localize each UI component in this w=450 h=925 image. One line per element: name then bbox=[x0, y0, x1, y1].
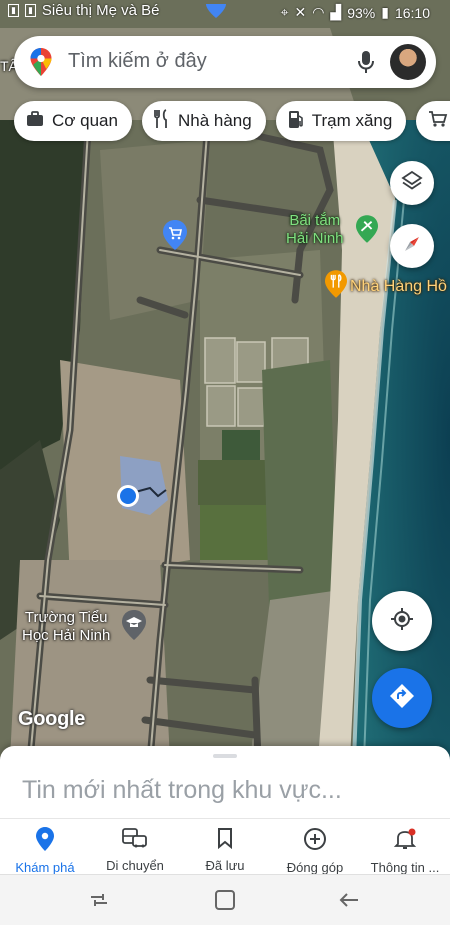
add-circle-icon bbox=[303, 827, 327, 856]
directions-icon bbox=[388, 682, 416, 715]
shopping-pin-icon[interactable] bbox=[163, 220, 187, 255]
directions-button[interactable] bbox=[372, 668, 432, 728]
battery-icon: ▮ bbox=[381, 4, 389, 20]
status-mini-icon-2: ▮ bbox=[24, 4, 36, 17]
google-logo: Google bbox=[18, 708, 86, 730]
commute-icon bbox=[122, 827, 148, 854]
current-location-dot bbox=[120, 488, 136, 504]
bottom-navigation: Khám phá Di chuyển Đã lưu Đóng góp Thông… bbox=[0, 818, 450, 875]
explore-pin-icon bbox=[36, 827, 54, 856]
search-input[interactable]: Tìm kiếm ở đây bbox=[68, 50, 207, 73]
mic-icon[interactable] bbox=[356, 50, 376, 79]
sheet-title: Tin mới nhất trong khu vực... bbox=[22, 776, 342, 804]
map-label-school[interactable]: Trường Tiểu Học Hải Ninh bbox=[22, 609, 110, 645]
briefcase-icon bbox=[26, 110, 44, 132]
school-pin-icon[interactable] bbox=[122, 610, 146, 645]
chip-label: Cơ quan bbox=[52, 111, 118, 130]
chip-shopping[interactable] bbox=[416, 101, 450, 141]
bookmark-icon bbox=[217, 827, 233, 854]
chip-label: Trạm xăng bbox=[311, 111, 393, 130]
google-maps-pin-icon bbox=[30, 48, 52, 81]
location-status-icon: ⌖ bbox=[280, 4, 289, 20]
mute-icon: ✕ bbox=[294, 4, 307, 20]
layers-icon bbox=[400, 169, 424, 198]
restaurant-pin-icon[interactable] bbox=[325, 270, 347, 303]
compass-button[interactable] bbox=[390, 224, 434, 268]
chip-co-quan[interactable]: Cơ quan bbox=[14, 101, 132, 141]
battery-percent: 93% bbox=[347, 4, 376, 21]
tab-label: Đóng góp bbox=[286, 860, 344, 875]
chip-label: Nhà hàng bbox=[177, 111, 252, 130]
tab-label: Di chuyển bbox=[106, 858, 164, 873]
home-icon[interactable] bbox=[214, 889, 236, 916]
news-sheet[interactable]: Tin mới nhất trong khu vực... bbox=[0, 746, 450, 818]
wifi-icon: ◠ bbox=[312, 4, 325, 20]
clock: 16:10 bbox=[394, 4, 430, 21]
status-bar: ▮ ▮ Siêu thị Mẹ và Bé ⌖ ✕ ◠ ▟ 93% ▮ 16:1… bbox=[0, 0, 450, 28]
back-icon[interactable] bbox=[338, 889, 360, 916]
tab-label: Đã lưu bbox=[205, 858, 245, 873]
recent-apps-icon[interactable] bbox=[88, 889, 110, 916]
fork-knife-icon bbox=[154, 108, 170, 134]
tab-contribute[interactable]: Đóng góp bbox=[270, 819, 360, 875]
tab-commute[interactable]: Di chuyển bbox=[90, 819, 180, 874]
avatar[interactable] bbox=[390, 44, 426, 80]
map-label-beach[interactable]: Bãi tắm Hải Ninh bbox=[286, 212, 344, 248]
chip-tram-xang[interactable]: Trạm xăng bbox=[275, 101, 407, 141]
sheet-drag-handle[interactable] bbox=[213, 754, 237, 758]
system-navigation-bar bbox=[0, 874, 450, 925]
map-label-restaurant[interactable]: Nhà Hàng Hồ bbox=[350, 278, 447, 296]
tab-explore[interactable]: Khám phá bbox=[0, 819, 90, 875]
cart-icon bbox=[428, 110, 448, 133]
gas-station-icon bbox=[288, 109, 304, 134]
signal-icon: ▟ bbox=[330, 4, 342, 20]
park-pin-icon[interactable] bbox=[356, 215, 378, 248]
tab-label: Thông tin ... bbox=[370, 860, 440, 875]
category-chips: Cơ quan Nhà hàng Trạm xăng bbox=[14, 101, 450, 141]
compass-icon bbox=[400, 232, 424, 261]
layers-button[interactable] bbox=[390, 161, 434, 205]
my-location-icon bbox=[389, 606, 415, 637]
tab-label: Khám phá bbox=[15, 860, 75, 875]
my-location-button[interactable] bbox=[372, 591, 432, 651]
status-mini-icon: ▮ bbox=[8, 4, 19, 17]
bell-icon bbox=[393, 827, 417, 856]
status-top-label: Siêu thị Mẹ và Bé bbox=[41, 2, 160, 19]
tab-saved[interactable]: Đã lưu bbox=[180, 819, 270, 874]
tab-updates[interactable]: Thông tin ... bbox=[360, 819, 450, 875]
search-bar[interactable]: Tìm kiếm ở đây bbox=[14, 36, 436, 88]
chip-nha-hang[interactable]: Nhà hàng bbox=[141, 101, 266, 141]
